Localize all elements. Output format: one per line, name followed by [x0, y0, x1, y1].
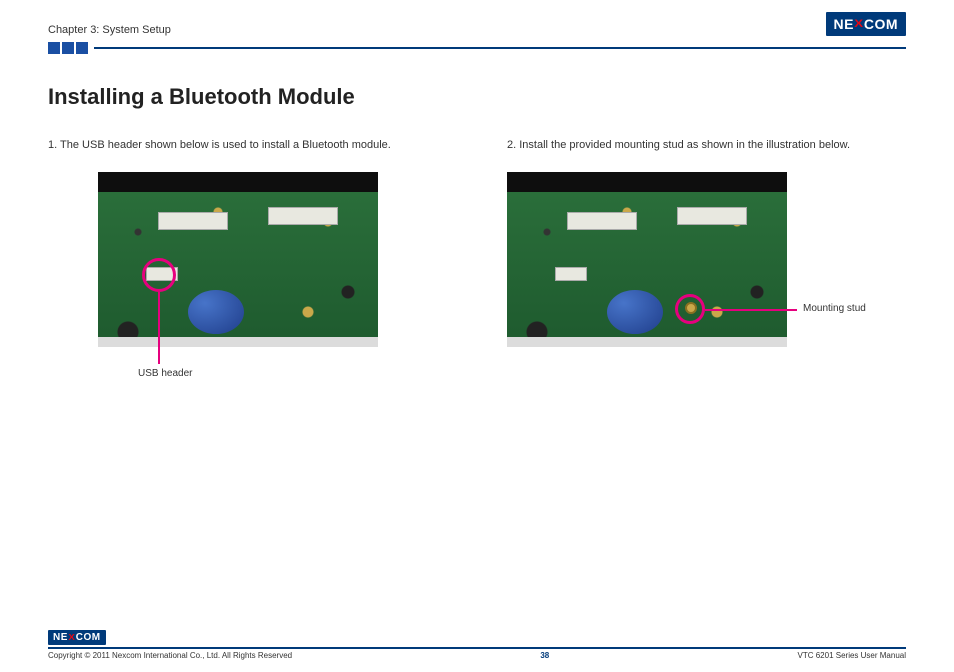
usb-header-label: USB header: [138, 368, 192, 379]
board-connector: [555, 267, 587, 281]
nexcom-logo-small: NE X COM: [48, 630, 106, 645]
page-content: Installing a Bluetooth Module 1. The USB…: [0, 54, 954, 347]
header-rule: [0, 36, 954, 54]
decorative-squares-icon: [48, 42, 88, 54]
figure-usb-header: USB header: [98, 172, 447, 347]
logo-x-icon: X: [68, 633, 75, 642]
board-connector: [158, 212, 228, 230]
manual-name: VTC 6201 Series User Manual: [798, 651, 907, 660]
page-header: Chapter 3: System Setup NE X COM: [0, 0, 954, 36]
copyright-text: Copyright © 2011 Nexcom International Co…: [48, 651, 292, 660]
board-connector: [677, 207, 747, 225]
step-2-text: 2. Install the provided mounting stud as…: [507, 138, 906, 152]
logo-part-com: COM: [864, 16, 898, 32]
page-footer: NE X COM Copyright © 2011 Nexcom Interna…: [48, 627, 906, 660]
coin-battery: [188, 290, 244, 334]
callout-line: [705, 309, 797, 311]
footer-divider: [48, 647, 906, 649]
logo-part-ne: NE: [834, 16, 854, 32]
mounting-stud-label: Mounting stud: [803, 303, 866, 314]
footer-logo: NE X COM: [48, 627, 906, 645]
board-connector: [567, 212, 637, 230]
column-right: 2. Install the provided mounting stud as…: [507, 138, 906, 347]
figure-mounting-stud: Mounting stud: [507, 172, 906, 347]
board-connector: [268, 207, 338, 225]
logo-x-icon: X: [854, 18, 863, 30]
callout-line: [158, 292, 160, 364]
two-column-layout: 1. The USB header shown below is used to…: [48, 138, 906, 347]
column-left: 1. The USB header shown below is used to…: [48, 138, 447, 347]
page-number: 38: [540, 651, 549, 660]
step-1-text: 1. The USB header shown below is used to…: [48, 138, 447, 152]
coin-battery: [607, 290, 663, 334]
circuit-board-image: [98, 172, 378, 347]
footer-row: Copyright © 2011 Nexcom International Co…: [48, 651, 906, 660]
nexcom-logo: NE X COM: [826, 12, 906, 36]
circuit-board-image: [507, 172, 787, 347]
chapter-title: Chapter 3: System Setup: [48, 24, 171, 36]
header-divider: [94, 47, 906, 49]
page-title: Installing a Bluetooth Module: [48, 84, 906, 110]
